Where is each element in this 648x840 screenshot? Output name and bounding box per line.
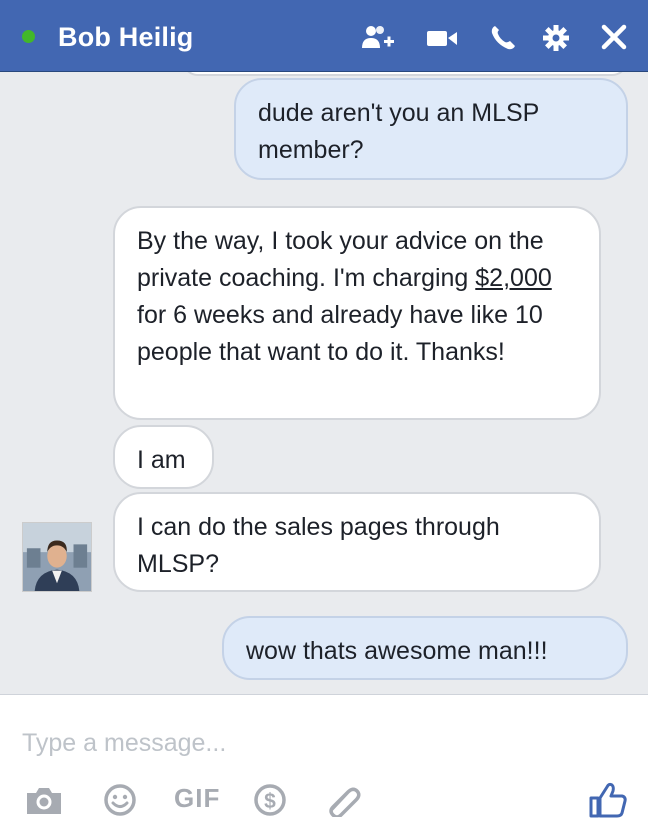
message-text: for 6 weeks and already have like 10 peo… (137, 301, 543, 366)
online-status-icon (22, 30, 35, 43)
chat-header: Bob Heilig (0, 0, 648, 72)
message-text: I am (137, 446, 186, 474)
message-text: I can do the sales pages through MLSP? (137, 513, 500, 578)
message-input[interactable] (22, 723, 582, 763)
message-bubble-outgoing: dude aren't you an MLSP member? (234, 78, 628, 180)
message-text: wow thats awesome man!!! (246, 637, 548, 665)
message-bubble-incoming: I am (113, 425, 214, 489)
contact-name[interactable]: Bob Heilig (58, 22, 194, 53)
message-text: dude aren't you an MLSP member? (258, 99, 539, 164)
svg-text:$: $ (264, 790, 276, 813)
settings-gear-icon[interactable] (538, 22, 574, 54)
video-call-icon[interactable] (424, 22, 460, 54)
message-composer: GIF $ (0, 694, 648, 840)
emoji-icon[interactable] (102, 783, 138, 817)
attachment-icon[interactable] (324, 783, 364, 819)
conversation-area[interactable]: dude aren't you an MLSP member? By the w… (0, 72, 648, 694)
like-thumb-icon[interactable] (588, 781, 628, 819)
add-people-icon[interactable] (360, 22, 396, 54)
phone-call-icon[interactable] (486, 22, 522, 54)
message-bubble-incoming: By the way, I took your advice on the pr… (113, 206, 601, 420)
gif-button[interactable]: GIF (174, 783, 220, 814)
message-bubble-outgoing: wow thats awesome man!!! (222, 616, 628, 680)
contact-avatar[interactable] (22, 522, 92, 592)
price-link[interactable]: $2,000 (475, 264, 551, 292)
close-icon[interactable] (596, 22, 632, 54)
message-bubble-incoming: I can do the sales pages through MLSP? (113, 492, 601, 592)
previous-message-edge (182, 72, 628, 76)
camera-icon[interactable] (24, 783, 64, 817)
payment-icon[interactable]: $ (252, 783, 288, 817)
